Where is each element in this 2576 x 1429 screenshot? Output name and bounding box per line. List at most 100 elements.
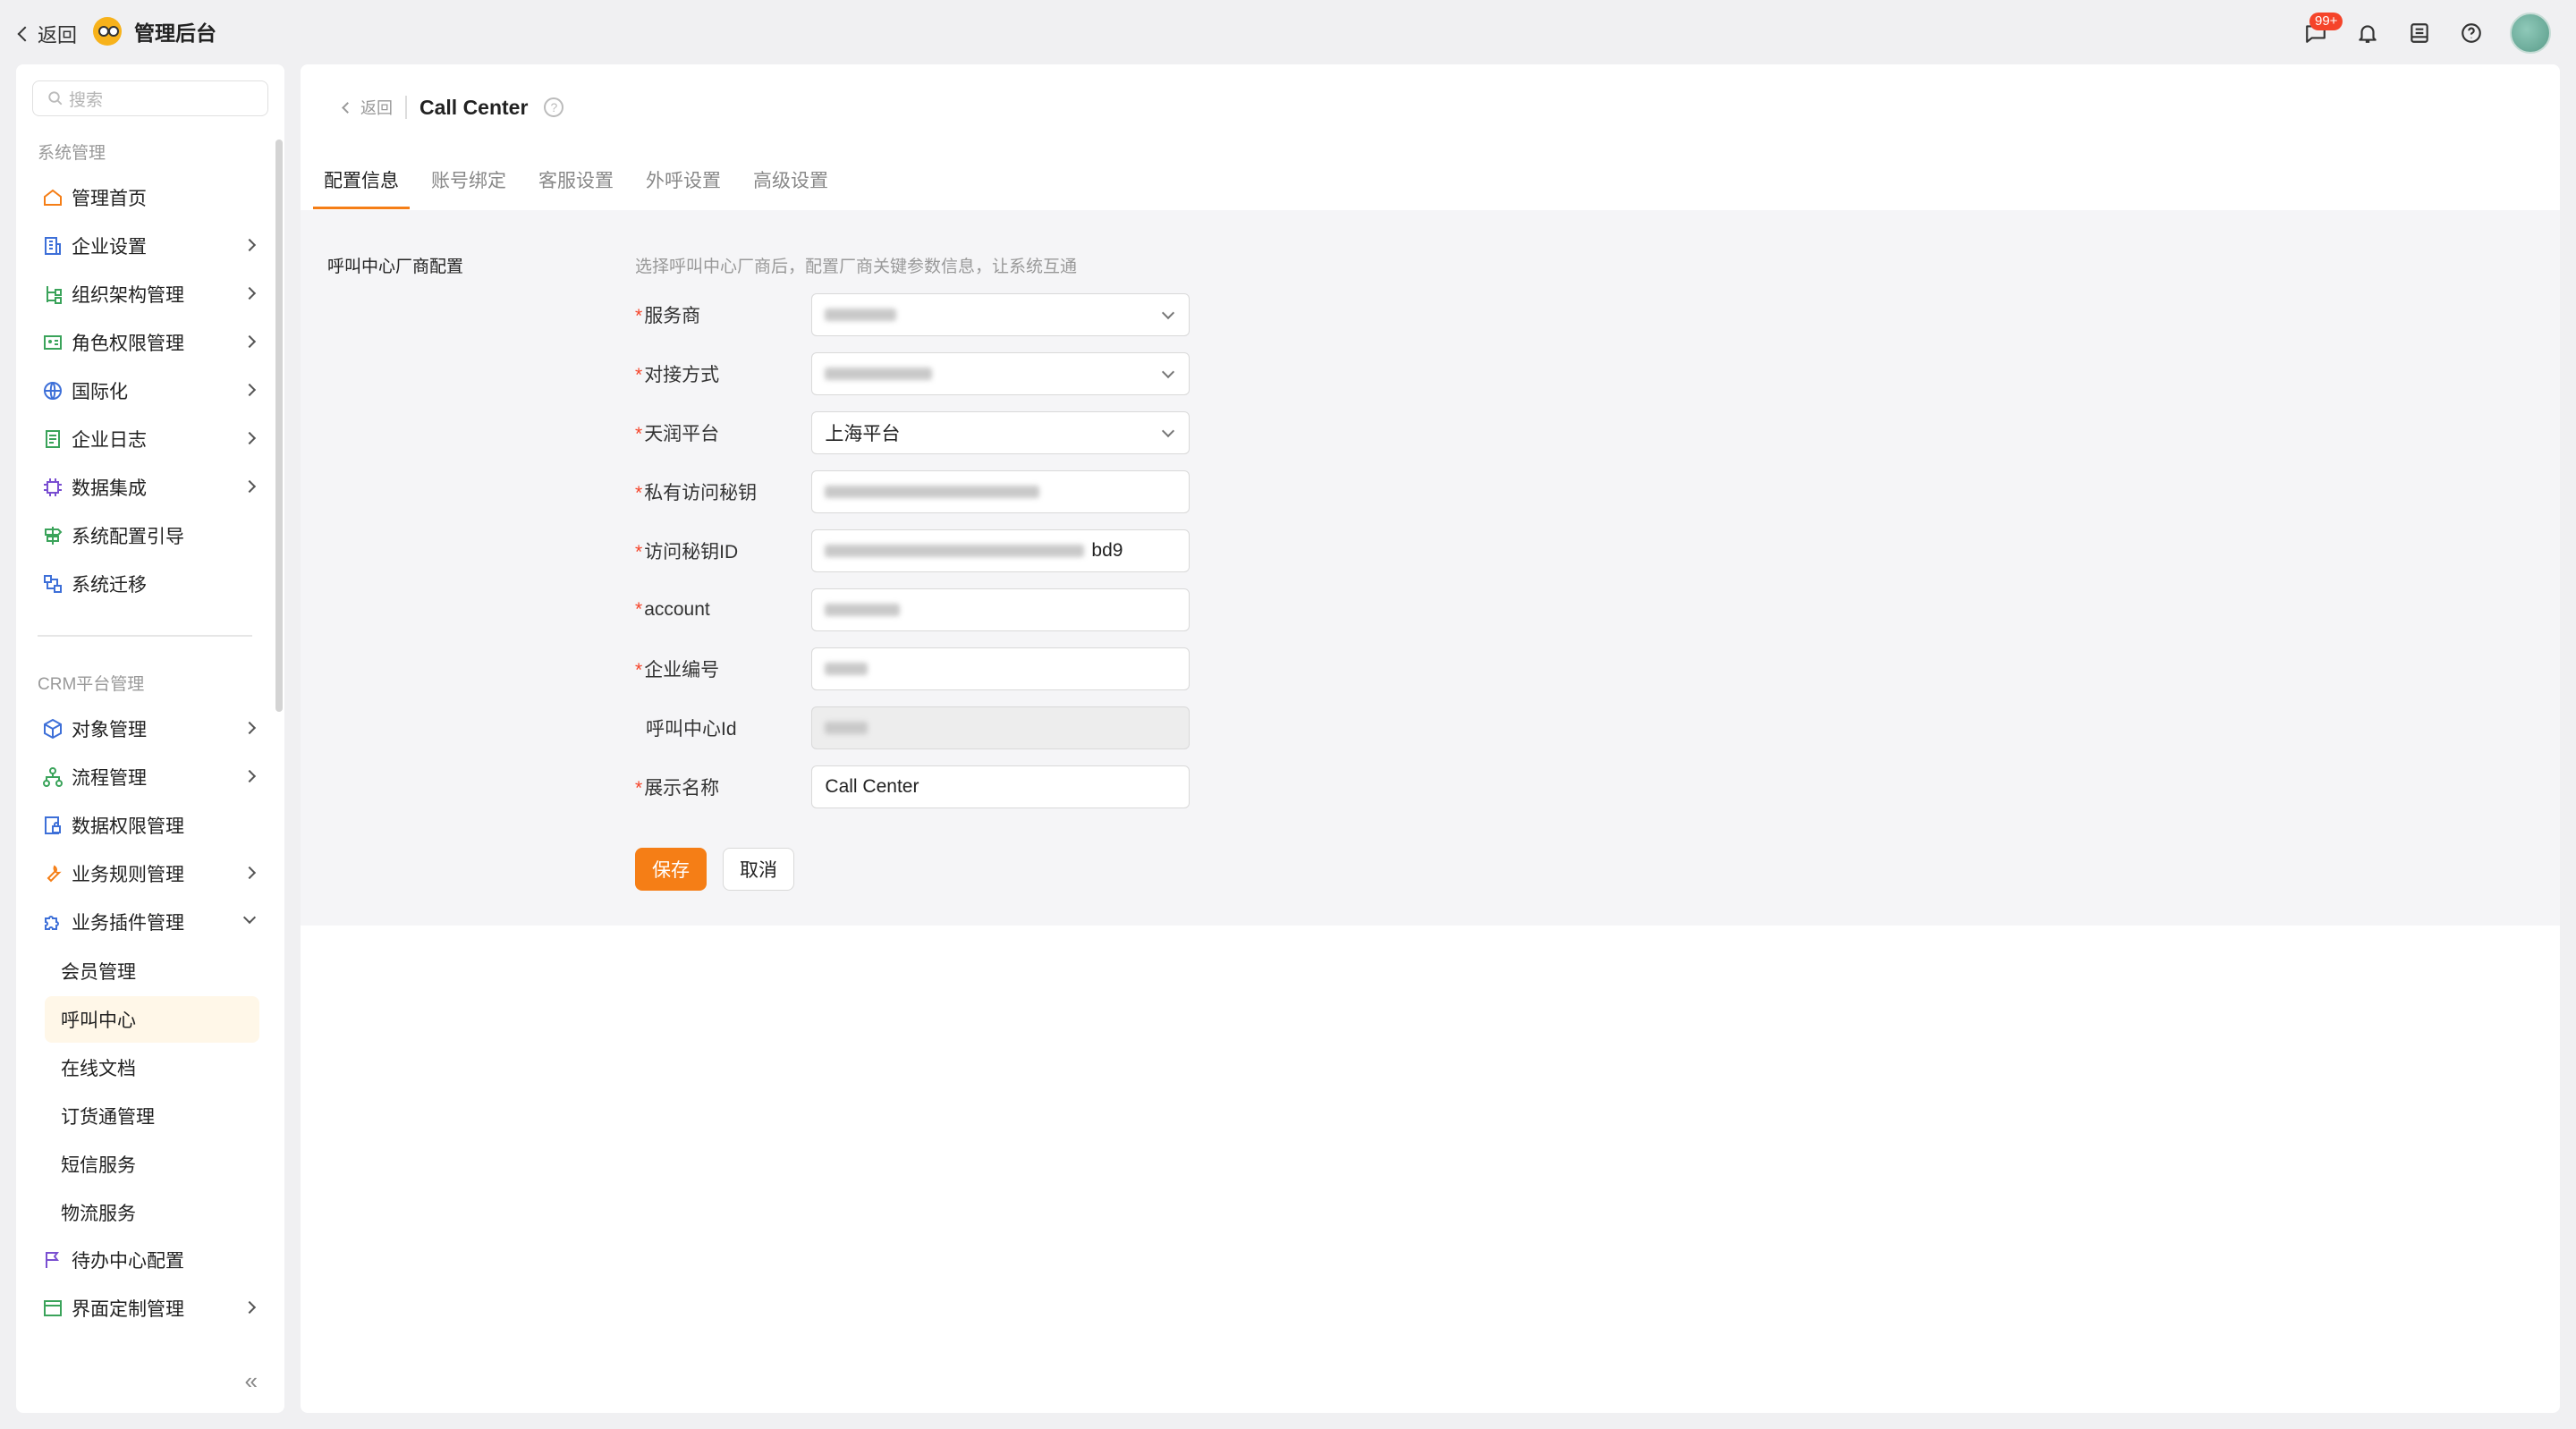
sidebar-item-home[interactable]: 管理首页 (34, 177, 270, 218)
sidebar-item-role-permission[interactable]: 角色权限管理 (34, 322, 270, 363)
row-connection-method: *对接方式 (635, 352, 1190, 395)
save-button[interactable]: 保存 (635, 848, 707, 891)
private-key-input[interactable] (811, 470, 1190, 513)
header-divider (405, 96, 407, 119)
tab-bar: 配置信息 账号绑定 客服设置 外呼设置 高级设置 (313, 150, 850, 209)
sidebar-subitem-sms[interactable]: 短信服务 (45, 1141, 259, 1188)
tab-outbound-call[interactable]: 外呼设置 (635, 150, 732, 209)
message-button[interactable]: 99+ (2302, 13, 2343, 47)
tab-customer-service[interactable]: 客服设置 (528, 150, 624, 209)
redacted-value (825, 309, 897, 321)
user-avatar[interactable] (2510, 13, 2551, 54)
section-title: 呼叫中心厂商配置 (327, 258, 464, 276)
page-back-button[interactable]: 返回 (342, 96, 393, 119)
sidebar-item-business-rules[interactable]: 业务规则管理 (34, 853, 270, 894)
sidebar: 搜索 系统管理 管理首页 企业设置 组织架构管理 角色权限管理 国际化 企业日志… (16, 64, 284, 1413)
search-placeholder: 搜索 (69, 90, 104, 110)
service-provider-select[interactable] (811, 293, 1190, 336)
sidebar-item-label: 业务规则管理 (72, 865, 184, 885)
top-icons: 99+ (2302, 13, 2551, 54)
sidebar-item-label: 流程管理 (72, 768, 147, 789)
sidebar-subitem-order[interactable]: 订货通管理 (45, 1093, 259, 1139)
globe-icon (41, 379, 64, 402)
sidebar-item-org-structure[interactable]: 组织架构管理 (34, 274, 270, 315)
config-form-area: 呼叫中心厂商配置 选择呼叫中心厂商后，配置厂商关键参数信息，让系统互通 *服务商… (301, 210, 2560, 926)
page-title: Call Center (419, 95, 529, 119)
sidebar-subitem-online-docs[interactable]: 在线文档 (45, 1044, 259, 1091)
private-key-label: *私有访问秘钥 (635, 483, 758, 503)
brand-logo-icon (93, 17, 122, 46)
sidebar-subitem-call-center[interactable]: 呼叫中心 (45, 996, 259, 1043)
sidebar-item-data-permission[interactable]: 数据权限管理 (34, 805, 270, 846)
notifications-button[interactable] (2354, 20, 2381, 47)
enterprise-no-input[interactable] (811, 647, 1190, 690)
sidebar-item-label: 数据集成 (72, 478, 147, 499)
page-header: 返回 Call Center ? (342, 89, 564, 125)
sidebar-item-migration[interactable]: 系统迁移 (34, 563, 270, 605)
migrate-icon (41, 572, 64, 596)
chevron-right-icon (242, 238, 257, 252)
tab-account-binding[interactable]: 账号绑定 (420, 150, 517, 209)
sidebar-item-process-management[interactable]: 流程管理 (34, 757, 270, 798)
wrench-icon (41, 862, 64, 885)
tasks-button[interactable] (2406, 20, 2433, 47)
sidebar-item-business-plugins[interactable]: 业务插件管理 (34, 901, 270, 943)
row-enterprise-no: *企业编号 (635, 647, 1190, 690)
data-lock-icon (41, 814, 64, 837)
layout-icon (41, 1297, 64, 1320)
chevron-right-icon (242, 383, 257, 397)
section-hint: 选择呼叫中心厂商后，配置厂商关键参数信息，让系统互通 (635, 258, 1078, 276)
sidebar-search-input[interactable]: 搜索 (32, 80, 268, 116)
sidebar-item-label: 国际化 (72, 382, 128, 402)
sidebar-subitem-logistics[interactable]: 物流服务 (45, 1189, 259, 1236)
tab-advanced[interactable]: 高级设置 (742, 150, 839, 209)
chevron-right-icon (242, 721, 257, 735)
cube-icon (41, 717, 64, 740)
tianrun-platform-select[interactable]: 上海平台 (811, 411, 1190, 454)
chevron-right-icon (242, 334, 257, 349)
sidebar-item-i18n[interactable]: 国际化 (34, 370, 270, 411)
sidebar-item-label: 角色权限管理 (72, 334, 184, 354)
back-button[interactable]: 返回 (16, 20, 77, 48)
group-label-system: 系统管理 (38, 144, 106, 163)
connection-method-select[interactable] (811, 352, 1190, 395)
redacted-value (825, 368, 933, 380)
account-input[interactable] (811, 588, 1190, 631)
display-name-input[interactable]: Call Center (811, 765, 1190, 808)
collapse-sidebar-icon[interactable]: « (245, 1367, 258, 1395)
back-label: 返回 (38, 24, 78, 47)
row-call-center-id: 呼叫中心Id (635, 706, 1190, 749)
cancel-button[interactable]: 取消 (723, 848, 794, 891)
tianrun-platform-value: 上海平台 (825, 424, 901, 444)
sidebar-item-enterprise-settings[interactable]: 企业设置 (34, 225, 270, 266)
display-name-value: Call Center (825, 776, 919, 797)
sidebar-item-ui-customization[interactable]: 界面定制管理 (34, 1288, 270, 1329)
main-panel: 返回 Call Center ? 配置信息 账号绑定 客服设置 外呼设置 高级设… (301, 64, 2560, 1413)
sidebar-scrollbar[interactable] (275, 140, 283, 712)
sidebar-item-object-management[interactable]: 对象管理 (34, 708, 270, 749)
inbox-icon (2411, 23, 2428, 43)
help-icon (2462, 23, 2481, 43)
chevron-right-icon (242, 769, 257, 783)
row-access-key-id: *访问秘钥ID bd9 (635, 529, 1190, 572)
signpost-icon (41, 524, 64, 547)
tab-config-info[interactable]: 配置信息 (313, 150, 410, 209)
sidebar-item-todo-config[interactable]: 待办中心配置 (34, 1239, 270, 1281)
chevron-right-icon (242, 431, 257, 445)
sidebar-item-label: 业务插件管理 (72, 913, 184, 934)
sidebar-subitem-member[interactable]: 会员管理 (45, 948, 259, 994)
page-back-label: 返回 (360, 99, 393, 117)
sidebar-item-label: 企业设置 (72, 237, 147, 258)
tianrun-platform-label: *天润平台 (635, 424, 720, 444)
access-key-id-input[interactable]: bd9 (811, 529, 1190, 572)
sidebar-item-data-integration[interactable]: 数据集成 (34, 467, 270, 508)
sidebar-item-config-guide[interactable]: 系统配置引导 (34, 515, 270, 556)
row-private-key: *私有访问秘钥 (635, 470, 1190, 513)
help-icon[interactable]: ? (544, 97, 564, 117)
flag-icon (41, 1248, 64, 1272)
search-icon (48, 91, 63, 106)
app-title: 管理后台 (134, 21, 216, 45)
help-button[interactable] (2458, 20, 2485, 47)
redacted-value (825, 663, 869, 675)
sidebar-item-enterprise-log[interactable]: 企业日志 (34, 419, 270, 460)
